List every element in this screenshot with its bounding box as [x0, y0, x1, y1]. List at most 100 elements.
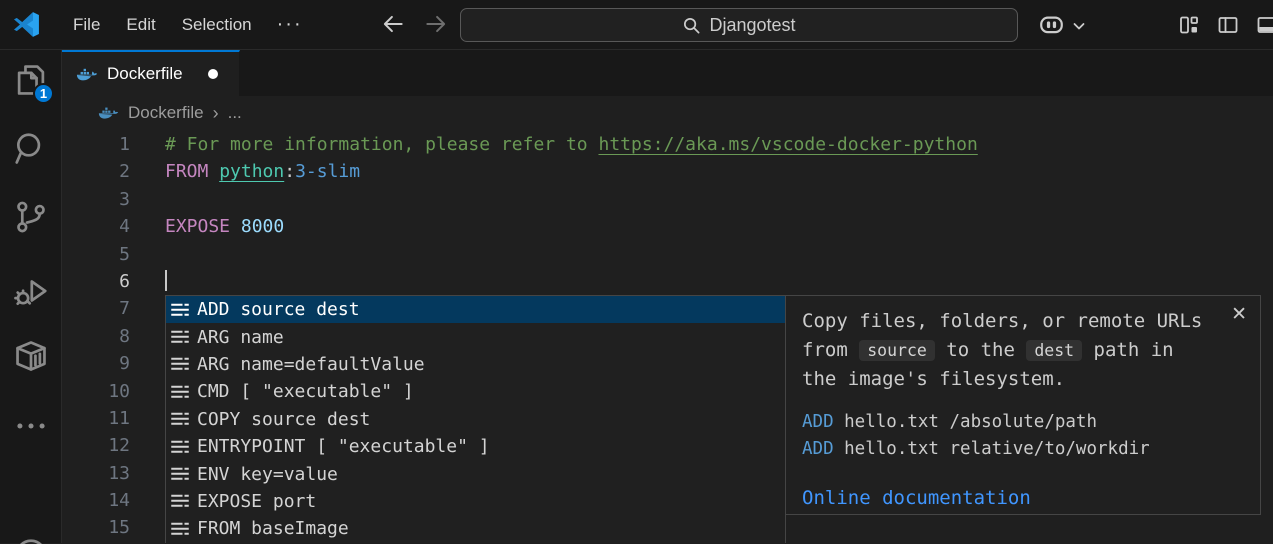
docker-file-icon [98, 105, 119, 121]
line-number: 1 [62, 131, 130, 158]
snippet-icon [170, 437, 190, 457]
customize-layout-button[interactable] [1177, 13, 1201, 37]
suggest-item[interactable]: ENTRYPOINT [ "executable" ] [166, 433, 785, 460]
suggest-item-label: ENTRYPOINT [ "executable" ] [197, 436, 490, 457]
close-icon[interactable]: ✕ [1231, 305, 1247, 324]
line-number: 10 [62, 378, 130, 405]
code-token: FROM [165, 161, 219, 182]
menu-file[interactable]: File [60, 9, 113, 41]
docker-extension-icon[interactable] [12, 337, 50, 375]
tab-dockerfile[interactable]: Dockerfile [62, 50, 240, 96]
code-token: python [219, 161, 284, 182]
copilot-menu[interactable] [1037, 11, 1087, 40]
code-token: # For more information, please refer to [165, 134, 598, 155]
line-number: 5 [62, 241, 130, 268]
breadcrumb-item-more[interactable]: ... [228, 103, 242, 123]
line-number: 2 [62, 158, 130, 185]
snippet-icon [170, 327, 190, 347]
code-line: FROM python:3-slim [165, 158, 1273, 185]
online-documentation-link[interactable]: Online documentation [802, 484, 1031, 513]
toggle-sidebar-button[interactable] [1216, 13, 1240, 37]
snippet-icon [170, 354, 190, 374]
suggest-widget: ADD source dest ARG name ARG name=defaul… [165, 295, 1261, 543]
explorer-badge: 1 [33, 83, 54, 104]
code-token: : [284, 161, 295, 182]
suggest-item[interactable]: COPY source dest [166, 406, 785, 433]
line-number: 8 [62, 323, 130, 350]
line-number: 3 [62, 186, 130, 213]
search-view-icon[interactable] [12, 130, 50, 168]
editor-group: Dockerfile Dockerfile › ... 12345678910 [62, 50, 1273, 543]
suggest-item-label: ARG name [197, 327, 284, 348]
suggest-item-label: EXPOSE port [197, 491, 316, 512]
text-cursor [165, 270, 167, 291]
snippet-icon [170, 409, 190, 429]
docs-example-args: hello.txt /absolute/path [834, 412, 1097, 432]
snippet-icon [170, 491, 190, 511]
suggest-item-label: FROM baseImage [197, 518, 349, 539]
inline-code: dest [1026, 340, 1082, 361]
docs-example-line: ADD hello.txt /absolute/path [802, 409, 1244, 436]
account-icon[interactable] [12, 536, 50, 544]
suggest-item[interactable]: ENV key=value [166, 460, 785, 487]
menu-edit[interactable]: Edit [113, 9, 168, 41]
docs-example-args: hello.txt relative/to/workdir [834, 439, 1150, 459]
search-icon [682, 16, 701, 35]
gutter: 123456789101112131415 [62, 131, 130, 542]
code-token: EXPOSE [165, 216, 241, 237]
code-line [165, 241, 1273, 268]
suggest-item[interactable]: FROM baseImage [166, 515, 785, 542]
docs-example-keyword: ADD [802, 412, 834, 432]
back-arrow-button[interactable] [380, 11, 406, 37]
code-line [165, 186, 1273, 213]
line-number: 15 [62, 514, 130, 541]
suggest-item[interactable]: CMD [ "executable" ] [166, 378, 785, 405]
line-number: 14 [62, 487, 130, 514]
vscode-window: File Edit Selection ··· Djangotest [0, 0, 1273, 544]
vscode-logo-icon [13, 11, 40, 38]
line-number: 13 [62, 460, 130, 487]
suggest-item-label: COPY source dest [197, 409, 370, 430]
breadcrumb-separator: › [213, 103, 219, 124]
inline-code: source [859, 340, 935, 361]
suggest-item[interactable]: ARG name=defaultValue [166, 351, 785, 378]
source-control-icon[interactable] [12, 198, 50, 236]
suggest-item[interactable]: EXPOSE port [166, 488, 785, 515]
copilot-icon [1037, 11, 1066, 40]
code-token: https://aka.ms/vscode-docker-python [598, 134, 977, 155]
forward-arrow-button[interactable] [423, 11, 449, 37]
search-value: Djangotest [709, 15, 795, 36]
menu-selection[interactable]: Selection [169, 9, 265, 41]
menu-overflow-button[interactable]: ··· [265, 11, 315, 38]
snippet-icon [170, 382, 190, 402]
breadcrumb-item-file[interactable]: Dockerfile [128, 103, 204, 123]
code-line: EXPOSE 8000 [165, 213, 1273, 240]
suggest-item[interactable]: ARG name [166, 323, 785, 350]
docs-description: Copy files, folders, or remote URLs from… [802, 307, 1218, 394]
suggest-item-label: ADD source dest [197, 299, 360, 320]
suggest-item-label: CMD [ "executable" ] [197, 381, 414, 402]
modified-indicator[interactable] [208, 69, 218, 79]
activity-bar: 1 [0, 50, 62, 543]
docs-example-keyword: ADD [802, 439, 834, 459]
toggle-panel-button[interactable] [1255, 13, 1273, 37]
suggest-item-label: ARG name=defaultValue [197, 354, 425, 375]
code-editor[interactable]: 123456789101112131415 # For more informa… [62, 130, 1273, 543]
snippet-icon [170, 300, 190, 320]
docker-file-icon [76, 66, 98, 83]
command-center-search[interactable]: Djangotest [460, 8, 1018, 42]
snippet-icon [170, 519, 190, 539]
line-number: 4 [62, 213, 130, 240]
docs-text: to the [935, 339, 1027, 361]
snippet-icon [170, 464, 190, 484]
more-views-icon[interactable] [12, 407, 50, 445]
code-line: # For more information, please refer to … [165, 131, 1273, 158]
tab-label: Dockerfile [107, 64, 183, 84]
line-number: 7 [62, 295, 130, 322]
suggest-item-label: ENV key=value [197, 464, 338, 485]
docs-examples: ADD hello.txt /absolute/pathADD hello.tx… [802, 409, 1244, 463]
code-line [165, 268, 1273, 295]
run-and-debug-icon[interactable] [12, 272, 50, 310]
suggest-docs-panel: ✕ Copy files, folders, or remote URLs fr… [785, 295, 1261, 515]
suggest-item[interactable]: ADD source dest [166, 296, 785, 323]
